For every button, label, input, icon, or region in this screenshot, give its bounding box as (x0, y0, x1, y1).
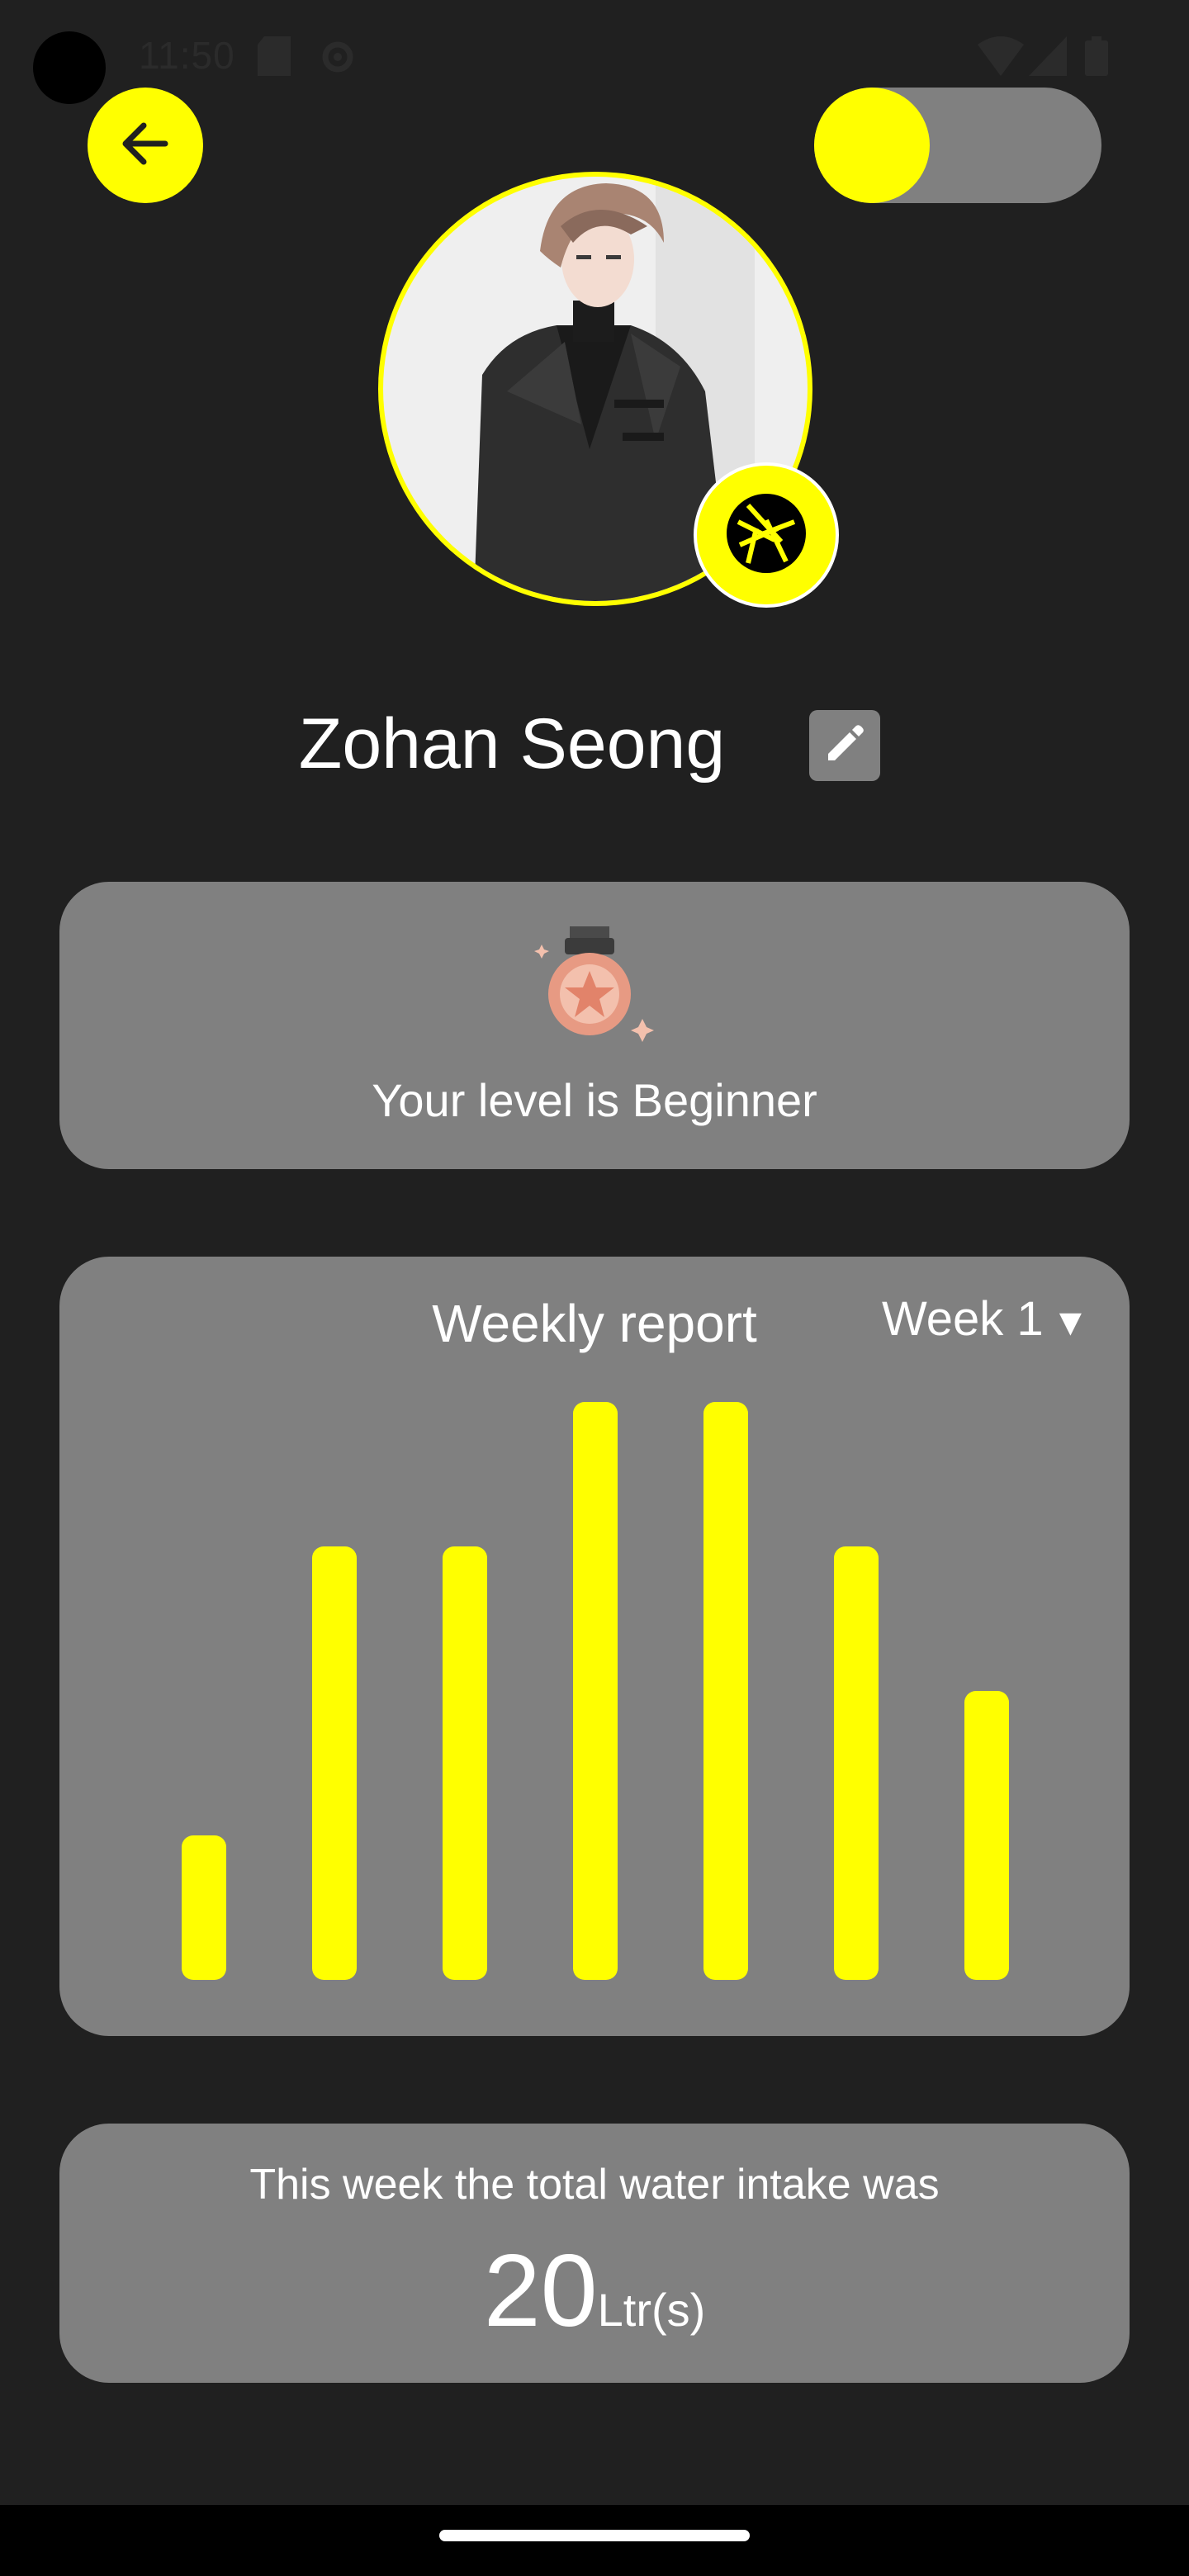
theme-toggle[interactable] (814, 88, 1101, 203)
arrow-left-icon (116, 114, 175, 178)
toggle-knob[interactable] (814, 88, 930, 203)
camera-cutout (33, 31, 106, 104)
intake-unit: Ltr(s) (597, 2284, 706, 2336)
chart-bar (834, 1546, 879, 1980)
camera-aperture-icon (723, 490, 809, 580)
change-photo-button[interactable] (694, 462, 839, 608)
back-button[interactable] (88, 88, 203, 203)
pencil-icon (822, 721, 868, 771)
battery-icon (1085, 36, 1108, 80)
home-indicator[interactable] (439, 2530, 750, 2541)
chart-bar (573, 1402, 618, 1980)
intake-value-row: 20Ltr(s) (59, 2233, 1130, 2350)
navigation-bar (0, 2505, 1189, 2576)
bronze-medal-icon (532, 926, 661, 1059)
settings-icon (317, 36, 358, 82)
profile-name: Zohan Seong (298, 704, 726, 784)
chart-bar (182, 1835, 226, 1980)
edit-name-button[interactable] (809, 710, 880, 781)
intake-value: 20 (483, 2234, 598, 2348)
chart-bar (312, 1546, 357, 1980)
chart-bar (443, 1546, 487, 1980)
status-time: 11:50 (139, 34, 235, 77)
chart-bar (964, 1691, 1009, 1980)
weekly-report-card: Weekly report Week 1 ▼ (59, 1257, 1130, 2036)
intake-text: This week the total water intake was (249, 2161, 940, 2209)
weekly-bar-chart (182, 1402, 1009, 1980)
water-intake-card: This week the total water intake was 20L… (59, 2124, 1130, 2383)
chart-bar (703, 1402, 748, 1980)
sd-card-icon (258, 36, 291, 80)
signal-icon (1029, 36, 1067, 80)
level-text: Your level is Beginner (372, 1074, 817, 1126)
level-card: Your level is Beginner (59, 882, 1130, 1169)
wifi-icon (978, 36, 1024, 80)
